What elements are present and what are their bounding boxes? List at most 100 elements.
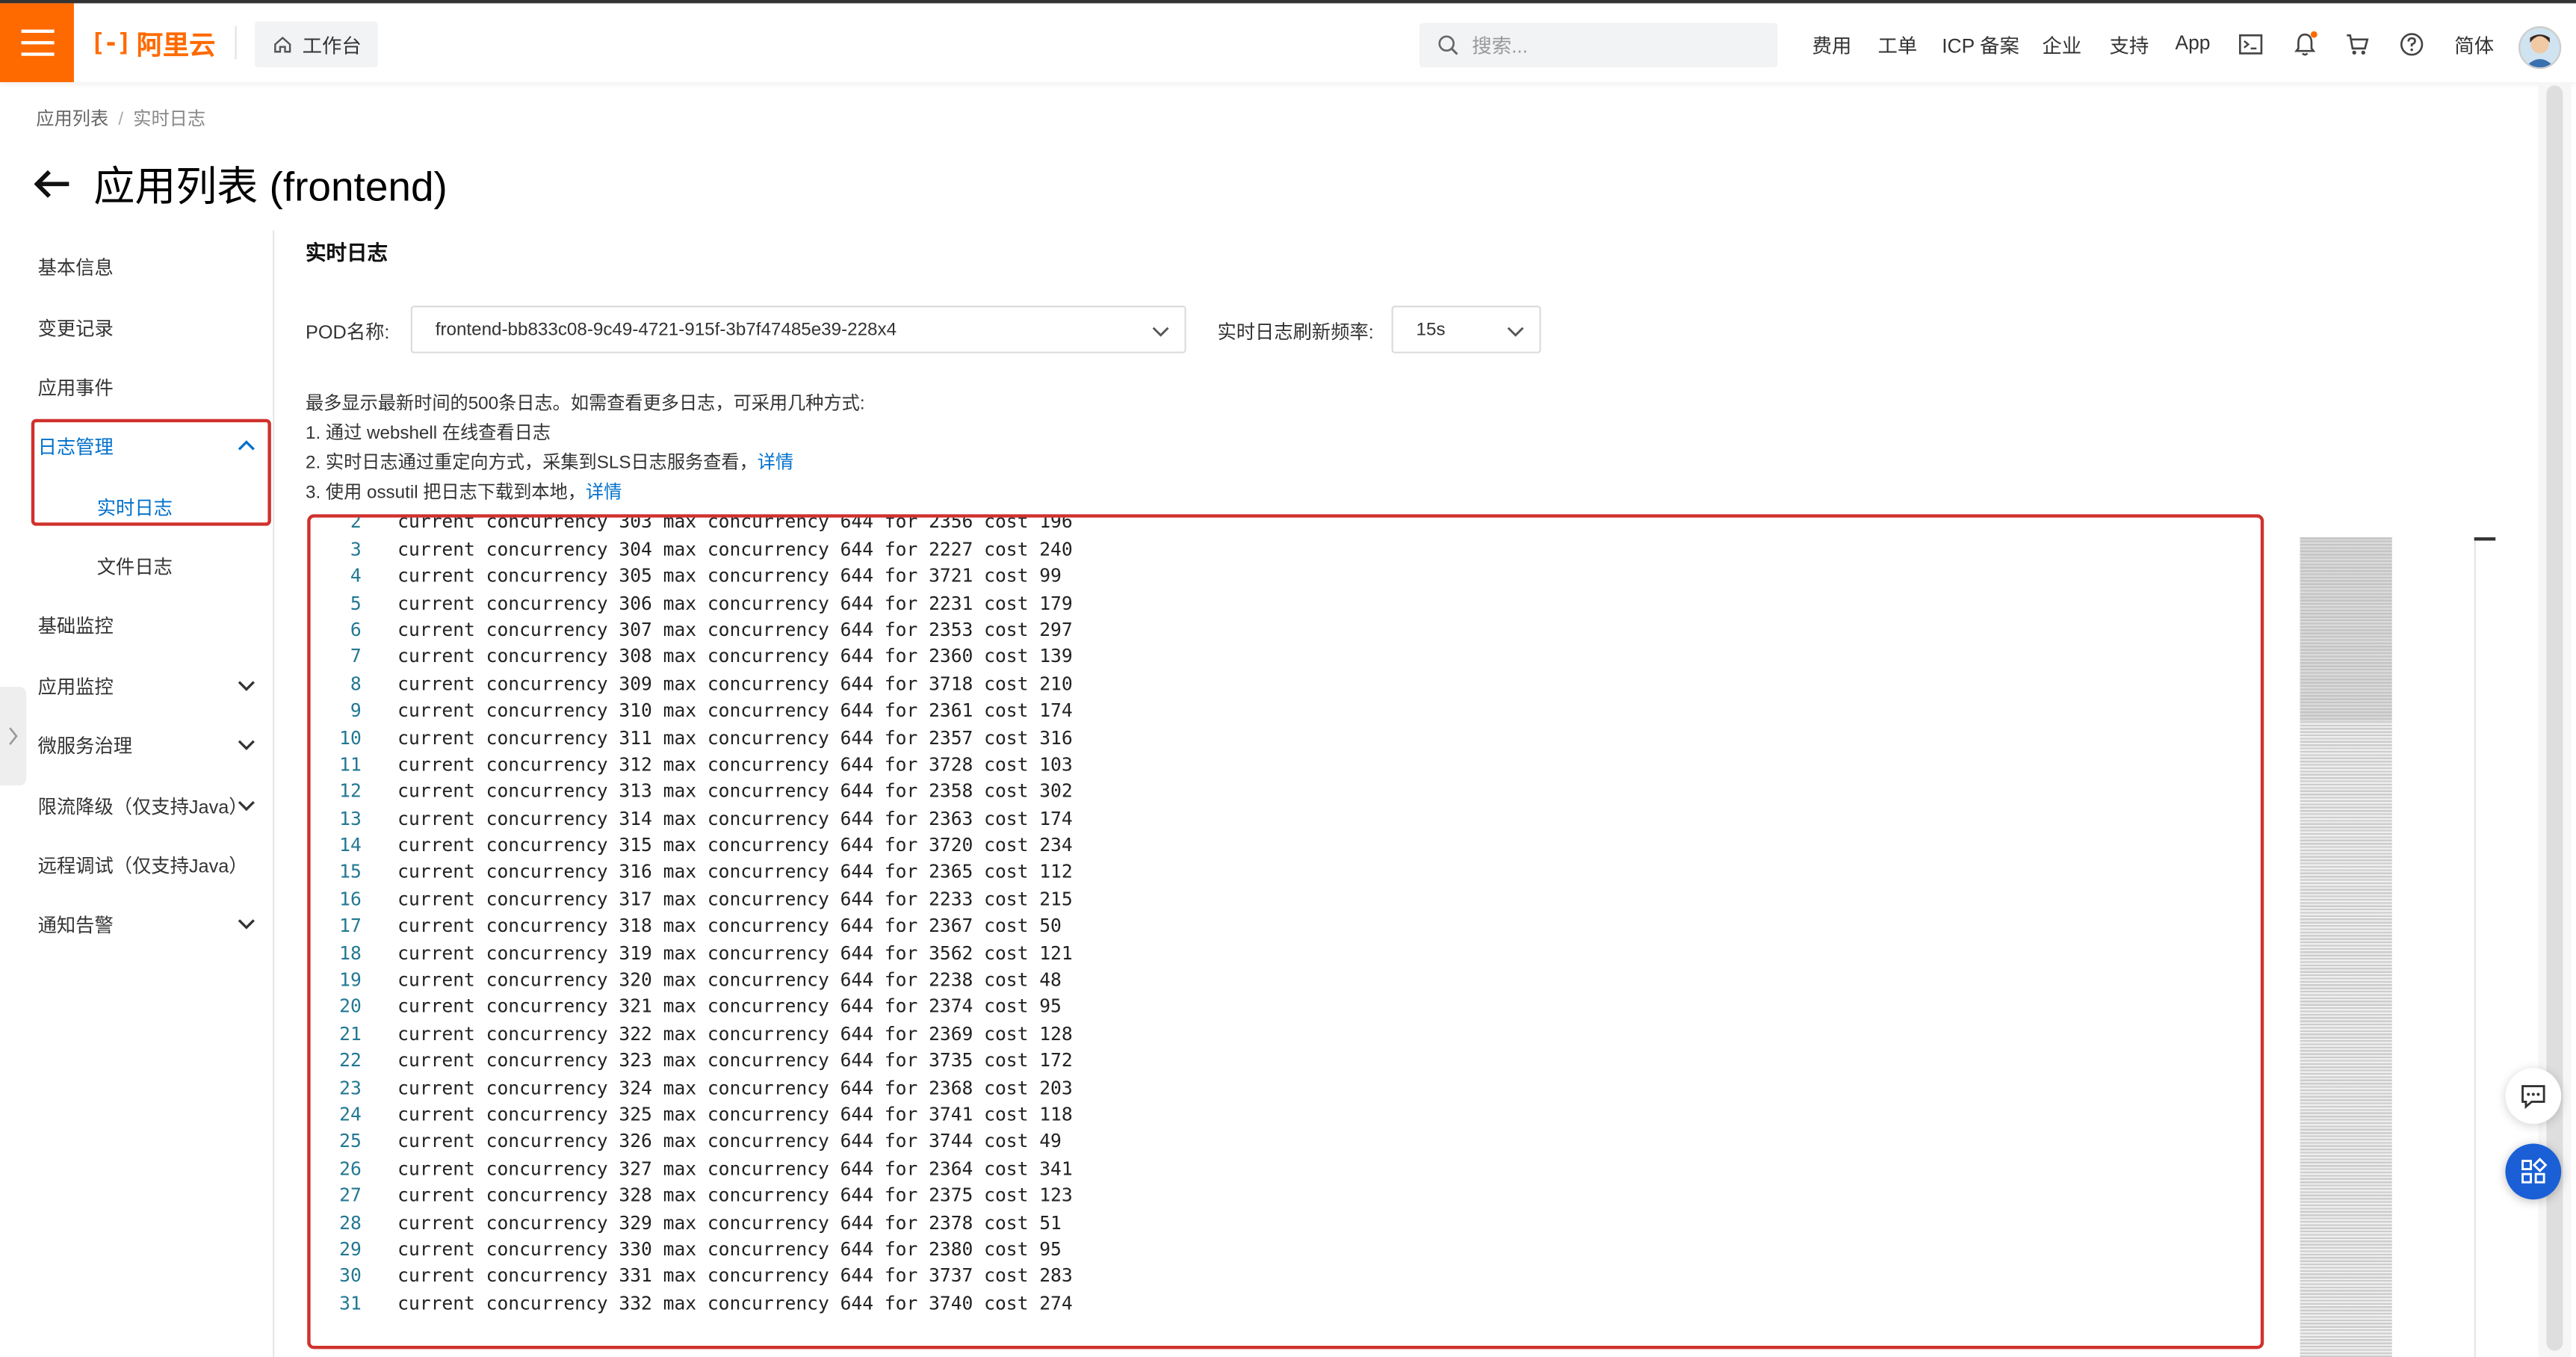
log-line-text: current concurrency 330 max concurrency … [397,1238,1062,1261]
sidebar-item-app-events[interactable]: 应用事件 [38,374,114,401]
refresh-rate-select[interactable]: 15s [1391,306,1541,353]
pod-name-select[interactable]: frontend-bb833c08-9c49-4721-915f-3b7f474… [410,306,1186,353]
divider [235,26,237,60]
back-arrow-icon[interactable] [33,167,72,200]
log-line-number: 9 [350,700,362,722]
link-fees[interactable]: 费用 [1812,31,1851,59]
link-enterprise[interactable]: 企业 [2042,31,2081,59]
info-line-4-text: 3. 使用 ossutil 把日志下载到本地， [306,483,586,503]
log-line-text: current concurrency 325 max concurrency … [397,1104,1073,1126]
feedback-button[interactable] [2505,1068,2562,1125]
chevron-down-icon[interactable] [235,912,258,935]
log-line: 3 current concurrency 304 max concurrency… [311,537,2250,564]
link-icp[interactable]: ICP 备案 [1942,31,2019,59]
info-line-1: 最多显示最新时间的500条日志。如需查看更多日志，可采用几种方式: [306,394,865,415]
log-line: 10 current concurrency 311 max concurrenc… [311,726,2250,752]
link-tickets[interactable]: 工单 [1877,31,1917,59]
info-line-2: 1. 通过 webshell 在线查看日志 [306,424,551,444]
log-line-text: current concurrency 310 max concurrency … [397,700,1073,722]
workbench-button[interactable]: 工作台 [254,21,378,68]
ossutil-details-link[interactable]: 详情 [586,483,622,503]
log-line-text: current concurrency 316 max concurrency … [397,862,1073,883]
sls-details-link[interactable]: 详情 [758,454,793,473]
sidebar-item-basic-monitoring[interactable]: 基础监控 [38,613,114,639]
info-line-3-text: 2. 实时日志通过重定向方式，采集到SLS日志服务查看， [306,453,758,474]
sidebar-item-file-log[interactable]: 文件日志 [97,554,173,580]
log-line-number: 26 [339,1157,362,1180]
log-lines: 1current concurrency 302 max concurrency… [311,514,2250,1318]
log-line-number: 31 [339,1292,362,1314]
log-line-number: 2 [350,514,362,534]
log-line: 2 current concurrency 303 max concurrency… [311,514,2250,537]
log-line: 20 current concurrency 321 max concurrenc… [311,995,2250,1021]
refresh-rate-value: 15s [1416,319,1446,340]
chevron-down-icon[interactable] [235,794,258,817]
breadcrumb-parent[interactable]: 应用列表 [36,110,108,129]
breadcrumb: 应用列表 / 实时日志 [36,105,205,132]
sidebar: 基本信息 变更记录 应用事件 日志管理 实时日志 文件日志 基础监控 应用监控 … [0,229,275,1357]
log-line-text: current concurrency 303 max concurrency … [397,514,1073,534]
log-line-text: current concurrency 332 max concurrency … [397,1292,1073,1314]
sidebar-collapse-handle[interactable] [0,687,27,786]
sidebar-item-change-records[interactable]: 变更记录 [38,315,114,341]
log-line-number: 25 [339,1131,362,1153]
log-line: 30 current concurrency 331 max concurrenc… [311,1264,2250,1291]
apps-button[interactable] [2505,1143,2562,1200]
log-line-number: 8 [350,673,362,695]
chat-icon [2521,1085,2545,1110]
log-line: 7 current concurrency 308 max concurrency… [311,645,2250,672]
log-line-number: 19 [339,969,362,992]
menu-icon[interactable] [0,3,74,82]
log-line-text: current concurrency 315 max concurrency … [397,835,1073,856]
sidebar-item-microservice-governance[interactable]: 微服务治理 [38,733,132,759]
sidebar-item-alert-notification[interactable]: 通知告警 [38,912,114,938]
log-line-text: current concurrency 307 max concurrency … [397,619,1073,641]
sidebar-item-app-monitoring[interactable]: 应用监控 [38,674,114,700]
workbench-label: 工作台 [302,34,362,57]
avatar[interactable] [2518,26,2562,69]
log-line-number: 20 [339,996,362,1018]
sidebar-item-remote-debug[interactable]: 远程调试（仅支持Java） [38,853,248,879]
log-line: 27 current concurrency 328 max concurrenc… [311,1184,2250,1211]
log-line: 8 current concurrency 309 max concurrency… [311,672,2250,699]
cart-icon[interactable] [2344,31,2371,58]
sidebar-item-basic-info[interactable]: 基本信息 [38,255,114,281]
section-title: 实时日志 [306,241,388,265]
search-input[interactable]: 搜索... [1419,22,1778,68]
log-line-text: current concurrency 304 max concurrency … [397,538,1073,560]
sidebar-item-rate-limiting[interactable]: 限流降级（仅支持Java） [38,794,248,820]
page-header: 应用列表 (frontend) [33,155,448,214]
log-line-text: current concurrency 318 max concurrency … [397,915,1062,937]
help-icon[interactable] [2399,31,2425,58]
log-line-text: current concurrency 305 max concurrency … [397,565,1062,587]
logo-text: 阿里云 [136,32,216,61]
log-line-number: 14 [339,835,362,856]
log-line-number: 28 [339,1211,362,1234]
link-support[interactable]: 支持 [2110,31,2149,59]
log-line: 31 current concurrency 332 max concurrenc… [311,1291,2250,1318]
log-line: 29 current concurrency 330 max concurrenc… [311,1237,2250,1264]
chevron-down-icon[interactable] [235,674,258,697]
log-viewer[interactable]: 1current concurrency 302 max concurrency… [307,514,2264,1350]
log-line: 11 current concurrency 312 max concurrenc… [311,752,2250,779]
log-line: 17 current concurrency 318 max concurrenc… [311,914,2250,941]
language-switch[interactable]: 简体 [2454,31,2494,59]
log-line-text: current concurrency 327 max concurrency … [397,1157,1073,1180]
highlight-box-sidebar [31,418,271,526]
aliyun-logo[interactable]: [-] 阿里云 [90,28,215,61]
apps-grid-icon [2521,1157,2548,1184]
terminal-icon[interactable] [2238,31,2264,58]
log-line-text: current concurrency 324 max concurrency … [397,1077,1073,1099]
log-line: 13 current concurrency 314 max concurrenc… [311,806,2250,833]
link-app[interactable]: App [2175,31,2210,55]
log-line: 22 current concurrency 323 max concurrenc… [311,1048,2250,1075]
bell-icon[interactable] [2292,31,2318,58]
page-title: 应用列表 (frontend) [93,164,448,211]
log-line-text: current concurrency 320 max concurrency … [397,969,1062,992]
log-line: 4 current concurrency 305 max concurrency… [311,564,2250,591]
log-line-number: 23 [339,1077,362,1099]
breadcrumb-current: 实时日志 [133,110,206,130]
minimap-slider[interactable] [2300,537,2392,722]
chevron-down-icon[interactable] [235,733,258,756]
search-icon [1438,35,1458,55]
